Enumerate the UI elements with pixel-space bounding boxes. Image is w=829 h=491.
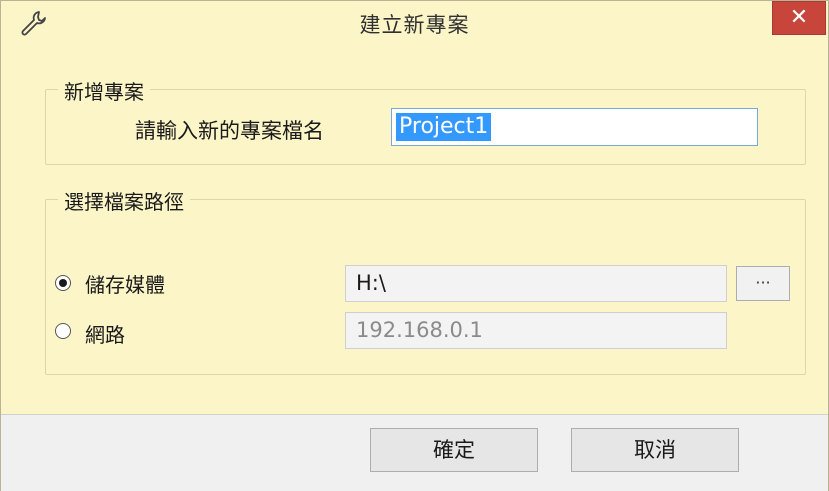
close-button[interactable]: ✕ — [772, 1, 826, 35]
storage-media-label[interactable]: 儲存媒體 — [85, 269, 165, 298]
file-path-group-label: 選擇檔案路徑 — [58, 186, 190, 215]
dialog-window: 建立新專案 ✕ 新增專案 請輸入新的專案檔名 Project1 選擇檔案路徑 儲… — [0, 0, 829, 491]
cancel-button[interactable]: 取消 — [571, 428, 739, 472]
title-bar: 建立新專案 ✕ — [1, 1, 828, 45]
project-name-input[interactable]: Project1 — [391, 108, 758, 146]
storage-media-radio[interactable] — [55, 275, 71, 291]
window-title: 建立新專案 — [359, 13, 470, 37]
browse-button[interactable]: ··· — [736, 266, 790, 301]
network-radio[interactable] — [55, 323, 71, 339]
network-address-field: 192.168.0.1 — [345, 312, 727, 349]
new-project-group-label: 新增專案 — [58, 76, 150, 105]
ok-button[interactable]: 確定 — [370, 428, 538, 472]
project-name-prompt: 請輸入新的專案檔名 — [135, 119, 324, 143]
project-name-value: Project1 — [396, 113, 492, 141]
network-label[interactable]: 網路 — [85, 319, 125, 348]
storage-path-field[interactable]: H:\ — [345, 265, 727, 302]
